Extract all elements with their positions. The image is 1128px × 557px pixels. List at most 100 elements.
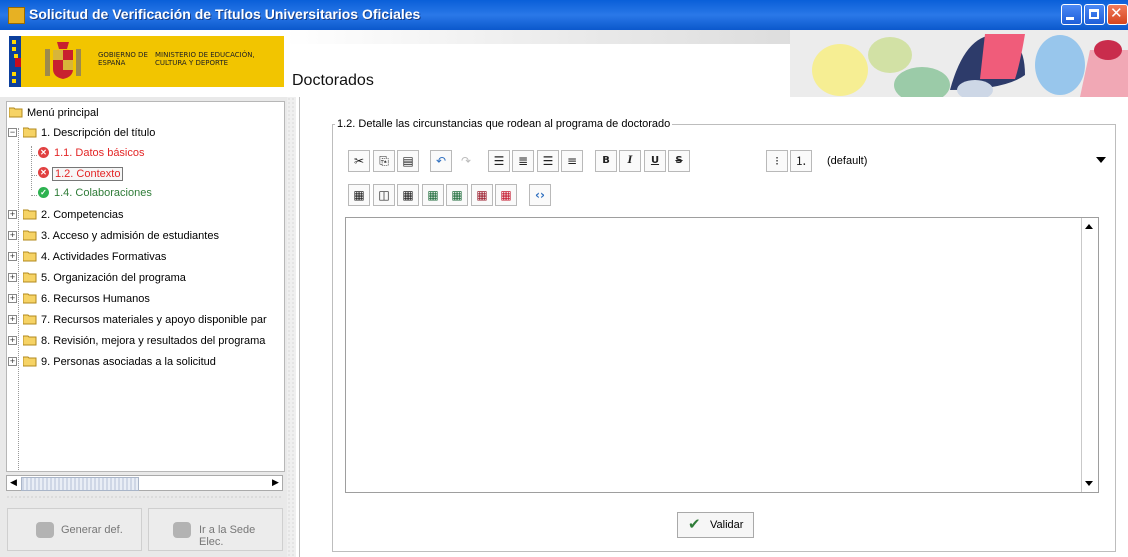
tree-item-label: 8. Revisión, mejora y resultados del pro…: [41, 335, 266, 347]
tree-item-label: 9. Personas asociadas a la solicitud: [41, 356, 216, 368]
error-icon: ✕: [38, 147, 49, 158]
horizontal-scrollbar[interactable]: ◀ ▶: [6, 475, 283, 491]
scroll-right-icon[interactable]: ▶: [269, 477, 282, 489]
align-right-button[interactable]: ☰: [537, 150, 559, 172]
gear-icon: [36, 522, 54, 538]
monitor-icon: [173, 522, 191, 538]
sede-electronica-label: Ir a la Sede Elec.: [199, 524, 256, 548]
align-left-button[interactable]: ☰: [488, 150, 510, 172]
expand-icon[interactable]: +: [8, 231, 17, 240]
tree-item-label-selected: 1.2. Contexto: [52, 167, 124, 181]
bold-icon: B: [602, 155, 610, 166]
close-icon: ✕: [1110, 4, 1123, 22]
maximize-button[interactable]: [1084, 4, 1105, 25]
folder-open-icon: [9, 107, 23, 118]
collapse-icon[interactable]: −: [8, 128, 17, 137]
table-properties-icon: ◫: [378, 188, 390, 202]
justify-button[interactable]: ≡: [561, 150, 583, 172]
bold-button[interactable]: B: [595, 150, 617, 172]
folder-icon: [23, 251, 37, 262]
numbered-list-button[interactable]: ⒈: [790, 150, 812, 172]
validar-button[interactable]: ✔ Validar: [677, 512, 754, 538]
left-panel: Menú principal − 1. Descripción del títu…: [0, 97, 287, 557]
window-title: Solicitud de Verificación de Títulos Uni…: [29, 6, 421, 22]
delete-row-button[interactable]: ▦: [446, 184, 468, 206]
section-legend: 1.2. Detalle las circunstancias que rode…: [337, 118, 671, 130]
redo-button[interactable]: ↷: [455, 150, 477, 172]
italic-icon: I: [627, 155, 633, 166]
underline-icon: U: [650, 155, 660, 166]
decorative-banner-image: [790, 30, 1128, 97]
insert-row-button[interactable]: ▦: [397, 184, 419, 206]
strikethrough-button[interactable]: S: [668, 150, 690, 172]
table-row-icon: ▦: [402, 188, 414, 202]
sede-electronica-button[interactable]: Ir a la Sede Elec.: [148, 508, 283, 551]
folder-icon: [23, 293, 37, 304]
bullet-list-button[interactable]: ⁝: [766, 150, 788, 172]
folder-icon: [23, 335, 37, 346]
underline-button[interactable]: U: [644, 150, 666, 172]
coat-of-arms-icon: [45, 42, 81, 79]
strikethrough-icon: S: [675, 155, 683, 166]
folder-open-icon: [23, 127, 37, 138]
expand-icon[interactable]: +: [8, 294, 17, 303]
scroll-left-icon[interactable]: ◀: [7, 477, 20, 489]
scroll-thumb[interactable]: [21, 477, 139, 491]
tree-item-label: 7. Recursos materiales y apoyo disponibl…: [41, 314, 267, 326]
paste-button[interactable]: ▤: [397, 150, 419, 172]
vertical-scrollbar[interactable]: [1081, 218, 1098, 492]
expand-icon[interactable]: +: [8, 357, 17, 366]
tree-item-label: 3. Acceso y admisión de estudiantes: [41, 230, 219, 242]
insert-table-button[interactable]: ▦: [348, 184, 370, 206]
rich-text-editor[interactable]: [345, 217, 1099, 493]
align-left-icon: ☰: [493, 154, 505, 168]
split-divider[interactable]: [6, 495, 283, 500]
tree-item-label: 1.4. Colaboraciones: [54, 187, 152, 199]
copy-button[interactable]: ⎘: [373, 150, 395, 172]
numbered-list-icon: ⒈: [794, 154, 807, 168]
scroll-down-icon[interactable]: [1085, 481, 1093, 486]
eu-flag-stripe: [9, 36, 21, 87]
chevron-down-icon[interactable]: [1096, 157, 1106, 163]
expand-icon[interactable]: +: [8, 273, 17, 282]
font-select-value: (default): [827, 155, 868, 167]
table-column-icon: ▦: [427, 188, 439, 202]
table-delete-row-icon: ▦: [451, 188, 463, 202]
close-button[interactable]: ✕: [1107, 4, 1128, 25]
delete-table-button[interactable]: ▦: [495, 184, 517, 206]
bullet-list-icon: ⁝: [775, 154, 779, 168]
paste-icon: ▤: [402, 154, 414, 168]
tree-item-label: 1. Descripción del título: [41, 127, 156, 139]
align-center-button[interactable]: ≣: [512, 150, 534, 172]
scissors-icon: ✂: [353, 154, 365, 168]
tree-root-label: Menú principal: [27, 107, 99, 119]
expand-icon[interactable]: +: [8, 210, 17, 219]
source-code-button[interactable]: ‹›: [529, 184, 551, 206]
folder-icon: [23, 314, 37, 325]
folder-icon: [23, 209, 37, 220]
tree-item-label: 5. Organización del programa: [41, 272, 186, 284]
table-properties-button[interactable]: ◫: [373, 184, 395, 206]
undo-button[interactable]: ↶: [430, 150, 452, 172]
check-icon: ✓: [38, 187, 49, 198]
generar-def-button[interactable]: Generar def.: [7, 508, 142, 551]
tree-item-label: 1.1. Datos básicos: [54, 147, 145, 159]
folder-icon: [23, 272, 37, 283]
expand-icon[interactable]: +: [8, 336, 17, 345]
expand-icon[interactable]: +: [8, 252, 17, 261]
window-titlebar: Solicitud de Verificación de Títulos Uni…: [0, 0, 1128, 30]
delete-column-button[interactable]: ▦: [471, 184, 493, 206]
cut-button[interactable]: ✂: [348, 150, 370, 172]
vertical-splitter[interactable]: [287, 97, 296, 557]
italic-button[interactable]: I: [619, 150, 641, 172]
scroll-up-icon[interactable]: [1085, 224, 1093, 229]
ministerio-text: MINISTERIO DE EDUCACIÓN, CULTURA Y DEPOR…: [155, 51, 255, 67]
font-select[interactable]: (default): [827, 150, 1113, 172]
folder-icon: [23, 356, 37, 367]
minimize-button[interactable]: [1061, 4, 1082, 25]
align-right-icon: ☰: [542, 154, 554, 168]
insert-column-button[interactable]: ▦: [422, 184, 444, 206]
tree-item-label: 2. Competencias: [41, 209, 124, 221]
editor-content[interactable]: [350, 222, 1078, 488]
expand-icon[interactable]: +: [8, 315, 17, 324]
